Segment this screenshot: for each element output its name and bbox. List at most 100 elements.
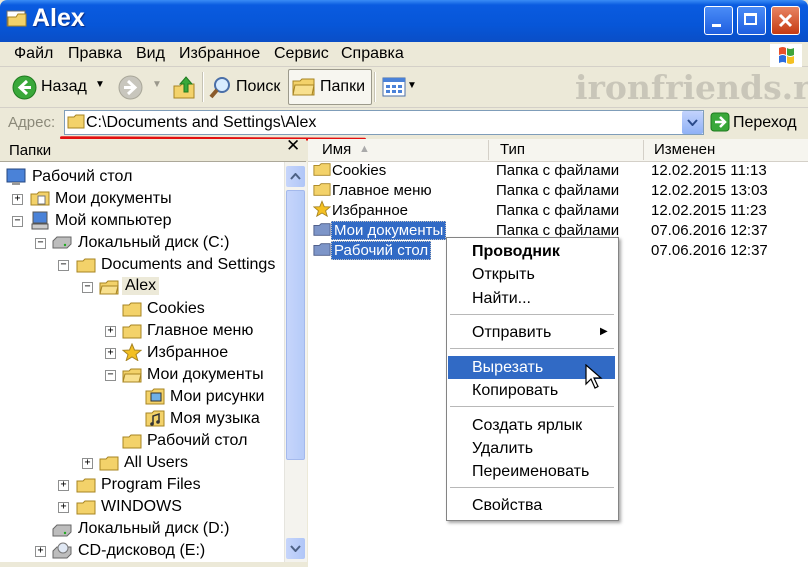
expand-icon[interactable]: + [58, 480, 69, 491]
menu-file[interactable]: Файл [14, 45, 53, 63]
watermark: ironfriends.ru [575, 68, 808, 107]
tree-item-my-documents[interactable]: Мои документы [55, 190, 172, 208]
views-dropdown-icon[interactable]: ▼ [407, 80, 417, 91]
menu-item-explorer[interactable]: Проводник [472, 243, 560, 261]
menu-help[interactable]: Справка [341, 45, 404, 63]
star-favorites-icon [122, 343, 142, 361]
menu-item-properties[interactable]: Свойства [472, 497, 542, 515]
row-modified: 07.06.2016 12:37 [651, 242, 768, 259]
row-name-selected[interactable]: Рабочий стол [331, 241, 432, 260]
views-icon[interactable] [382, 77, 406, 97]
row-name[interactable]: Главное меню [332, 182, 432, 199]
close-pane-icon[interactable]: ✕ [286, 136, 300, 156]
collapse-icon[interactable]: − [82, 282, 93, 293]
chevron-up-icon [290, 173, 301, 180]
tree-item-my-music[interactable]: Моя музыка [170, 410, 260, 428]
submenu-arrow-icon: ▶ [600, 326, 608, 337]
search-icon[interactable] [208, 75, 233, 100]
forward-arrow-icon[interactable] [118, 75, 143, 100]
menu-separator [450, 314, 614, 315]
menu-item-search[interactable]: Найти... [472, 290, 531, 308]
expand-icon[interactable]: + [82, 458, 93, 469]
tree-scrollbar[interactable] [284, 162, 307, 562]
tree-item-start-menu[interactable]: Главное меню [147, 322, 253, 340]
expand-icon[interactable]: + [58, 502, 69, 513]
tree-item-desktop[interactable]: Рабочий стол [32, 168, 132, 186]
tree-item-my-computer[interactable]: Мой компьютер [55, 212, 171, 230]
menu-favorites[interactable]: Избранное [179, 45, 260, 63]
my-music-icon [145, 410, 165, 427]
menu-edit[interactable]: Правка [68, 45, 122, 63]
menu-item-delete[interactable]: Удалить [472, 440, 533, 458]
collapse-icon[interactable]: − [12, 216, 23, 227]
address-dropdown-button[interactable] [682, 111, 703, 134]
tree-item-drive-d[interactable]: Локальный диск (D:) [78, 520, 229, 538]
toolbar-separator [374, 72, 376, 102]
go-button[interactable]: Переход [733, 114, 797, 132]
column-header-type[interactable]: Тип [500, 141, 525, 158]
folder-icon [313, 223, 331, 236]
back-arrow-icon[interactable] [12, 75, 37, 100]
column-divider[interactable] [643, 140, 644, 160]
maximize-button[interactable] [737, 6, 766, 35]
tree-item-alex[interactable]: Alex [122, 277, 160, 295]
tree-item-windows[interactable]: WINDOWS [101, 498, 182, 516]
scroll-down-button[interactable] [286, 538, 305, 559]
menu-item-rename[interactable]: Переименовать [472, 463, 589, 481]
go-arrow-icon[interactable] [710, 112, 730, 132]
menu-tools[interactable]: Сервис [274, 45, 329, 63]
tree-item-program-files[interactable]: Program Files [101, 476, 201, 494]
up-folder-icon[interactable] [172, 74, 196, 100]
tree-item-my-documents-2[interactable]: Мои документы [147, 366, 264, 384]
close-button[interactable] [771, 6, 800, 35]
expand-icon[interactable]: + [105, 348, 116, 359]
expand-icon[interactable]: + [12, 194, 23, 205]
close-icon [778, 13, 793, 28]
back-button[interactable]: Назад [41, 78, 87, 96]
tree-item-cookies[interactable]: Cookies [147, 300, 205, 318]
folder-icon [6, 10, 27, 27]
tree-item-my-pictures[interactable]: Мои рисунки [170, 388, 264, 406]
folders-pane-title: Папки [9, 142, 52, 159]
row-modified: 12.02.2015 11:13 [651, 162, 767, 179]
row-name-selected[interactable]: Мои документы [331, 221, 447, 240]
collapse-icon[interactable]: − [105, 370, 116, 381]
search-button[interactable]: Поиск [236, 78, 280, 96]
scroll-thumb[interactable] [286, 190, 305, 460]
scroll-up-button[interactable] [286, 166, 305, 187]
title-bar[interactable] [0, 0, 808, 42]
open-folder-icon [99, 280, 119, 295]
column-header-modified[interactable]: Изменен [654, 141, 715, 158]
tree-item-documents-and-settings[interactable]: Documents and Settings [101, 256, 275, 274]
minimize-button[interactable] [704, 6, 733, 35]
my-computer-icon [31, 211, 49, 230]
menu-item-copy[interactable]: Копировать [472, 382, 558, 400]
toolbar-separator [202, 72, 204, 102]
address-value: C:\Documents and Settings\Alex [86, 114, 317, 131]
menu-item-send-to[interactable]: Отправить [472, 324, 551, 342]
column-header-name[interactable]: Имя [322, 141, 351, 158]
expand-icon[interactable]: + [35, 546, 46, 557]
back-dropdown-icon[interactable]: ▼ [95, 79, 105, 90]
menu-item-create-shortcut[interactable]: Создать ярлык [472, 417, 582, 435]
tree-item-all-users[interactable]: All Users [124, 454, 188, 472]
row-name[interactable]: Избранное [332, 202, 408, 219]
row-type: Папка с файлами [496, 162, 620, 179]
row-modified: 12.02.2015 11:23 [651, 202, 767, 219]
menu-item-open[interactable]: Открыть [472, 266, 535, 284]
menu-separator [450, 406, 614, 407]
tree-item-favorites[interactable]: Избранное [147, 344, 228, 362]
forward-dropdown-icon[interactable]: ▼ [152, 79, 162, 90]
column-divider[interactable] [488, 140, 489, 160]
row-name[interactable]: Cookies [332, 162, 386, 179]
collapse-icon[interactable]: − [35, 238, 46, 249]
menu-view[interactable]: Вид [136, 45, 165, 63]
tree-item-cd-drive[interactable]: CD-дисковод (E:) [78, 542, 205, 560]
menu-item-cut[interactable]: Вырезать [472, 359, 543, 377]
expand-icon[interactable]: + [105, 326, 116, 337]
collapse-icon[interactable]: − [58, 260, 69, 271]
tree-item-desktop-folder[interactable]: Рабочий стол [147, 432, 247, 450]
folder-icon [67, 114, 85, 129]
folder-icon [76, 500, 96, 515]
tree-item-drive-c[interactable]: Локальный диск (C:) [78, 234, 229, 252]
